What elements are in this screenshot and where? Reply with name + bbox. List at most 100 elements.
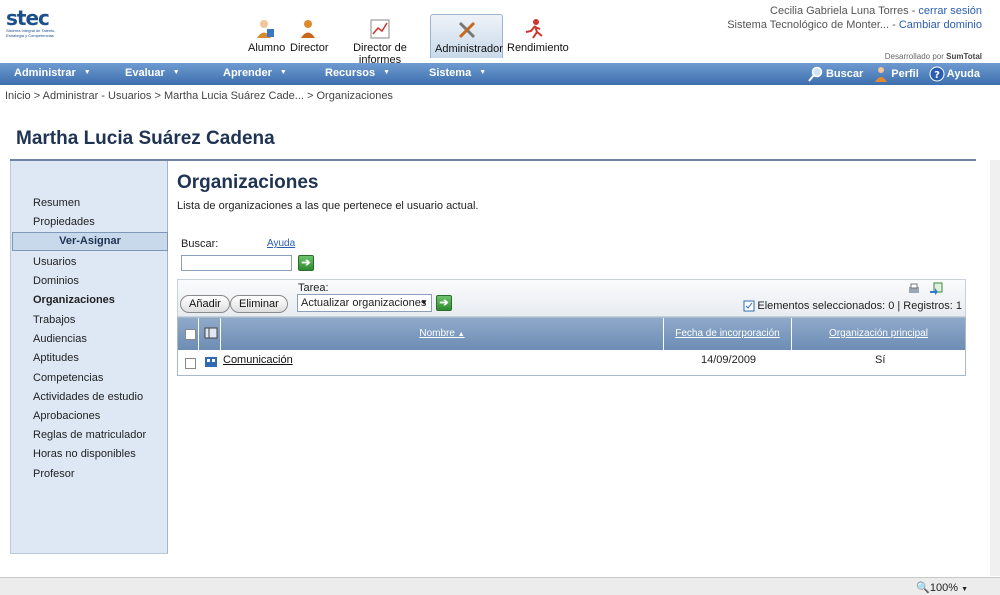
nav-profile-label: Perfil: [891, 68, 919, 80]
sidebar-item-trabajos[interactable]: Trabajos: [33, 314, 75, 326]
sidebar-item-horas-no-disponibles[interactable]: Horas no disponibles: [33, 448, 136, 460]
selection-info: Elementos seleccionados: 0 | Registros: …: [743, 300, 962, 312]
search-input[interactable]: [181, 255, 292, 271]
arrow-right-icon: ➔: [439, 297, 449, 309]
role-rendimiento[interactable]: Rendimiento: [503, 14, 569, 58]
role-director-informes[interactable]: Director de informes: [330, 14, 430, 66]
column-header-nombre[interactable]: Nombre ▲: [221, 318, 663, 350]
column-header-fecha[interactable]: Fecha de incorporación: [664, 318, 791, 350]
role-label: Rendimiento: [507, 42, 569, 54]
sidebar-item-reglas-matriculador[interactable]: Reglas de matriculador: [33, 429, 146, 441]
runner-icon: [525, 19, 543, 39]
role-label: Alumno: [248, 42, 286, 54]
section-title: Organizaciones: [177, 172, 319, 193]
vendor-name: SumTotal: [946, 52, 982, 61]
delete-button[interactable]: Eliminar: [230, 295, 288, 313]
table-header: Nombre ▲ Fecha de incorporación Organiza…: [178, 318, 965, 350]
nav-evaluar[interactable]: Evaluar ▼: [125, 67, 180, 79]
help-icon: ?: [929, 66, 945, 82]
nav-help-label: Ayuda: [946, 68, 980, 80]
column-header-organizacion-principal[interactable]: Organización principal: [792, 318, 965, 350]
organizations-table: Nombre ▲ Fecha de incorporación Organiza…: [177, 317, 966, 376]
nav-right-actions: Buscar Perfil ? Ayuda: [808, 66, 980, 82]
change-domain-link[interactable]: Cambiar dominio: [899, 19, 982, 31]
logo-tagline: Sistema Integral de Talento, Estrategia …: [6, 28, 56, 38]
role-label: Administrador: [435, 43, 503, 55]
role-alumno[interactable]: Alumno: [244, 14, 286, 58]
student-icon: [257, 20, 274, 38]
scrollbar[interactable]: [990, 160, 1000, 576]
column-label: Nombre: [419, 328, 455, 339]
org-primary: Sí: [875, 354, 886, 366]
sidebar-item-aptitudes[interactable]: Aptitudes: [33, 352, 79, 364]
print-icon[interactable]: [907, 282, 921, 296]
export-icon[interactable]: [929, 282, 943, 296]
search-help-link[interactable]: Ayuda: [267, 238, 295, 249]
org-name-link[interactable]: Comunicación: [223, 354, 293, 366]
sidebar-item-usuarios[interactable]: Usuarios: [33, 256, 76, 268]
sidebar-item-dominios[interactable]: Dominios: [33, 275, 79, 287]
chevron-down-icon: ▼: [172, 69, 180, 76]
sidebar-item-profesor[interactable]: Profesor: [33, 468, 75, 480]
chevron-down-icon: ▼: [479, 69, 487, 76]
column-separator: [198, 318, 199, 350]
status-bar: 🔍100% ▼: [0, 577, 1000, 595]
nav-profile[interactable]: Perfil: [873, 66, 919, 82]
header: stec Sistema Integral de Talento, Estrat…: [0, 0, 1000, 66]
sidebar-item-actividades-estudio[interactable]: Actividades de estudio: [33, 391, 143, 403]
add-button[interactable]: Añadir: [180, 295, 230, 313]
search-go-button[interactable]: ➔: [298, 255, 314, 271]
chevron-down-icon: ▼: [383, 69, 391, 76]
breadcrumb[interactable]: Inicio > Administrar - Usuarios > Martha…: [5, 90, 393, 102]
nav-recursos[interactable]: Recursos ▼: [325, 67, 390, 79]
search-icon: [808, 66, 823, 82]
section-description: Lista de organizaciones a las que perten…: [177, 200, 479, 212]
task-label: Tarea:: [298, 282, 329, 294]
main-nav: Administrar ▼ Evaluar ▼ Aprender ▼ Recursos…: [0, 63, 1000, 85]
nav-sistema[interactable]: Sistema ▼: [429, 67, 486, 79]
column-chooser-icon[interactable]: [204, 327, 218, 339]
tools-icon: [458, 21, 475, 39]
zoom-control[interactable]: 🔍100% ▼: [916, 581, 968, 594]
user-box: Cecilia Gabriela Luna Torres - cerrar se…: [727, 4, 982, 32]
sidebar-item-resumen[interactable]: Resumen: [33, 197, 80, 209]
separator: -: [908, 5, 919, 17]
role-administrador[interactable]: Administrador: [430, 14, 503, 58]
nav-administrar[interactable]: Administrar ▼: [14, 67, 91, 79]
grid-toolbar: Añadir Eliminar Tarea: Actualizar organi…: [177, 279, 966, 317]
task-selected-value: Actualizar organizaciones: [301, 297, 427, 309]
user-name: Cecilia Gabriela Luna Torres: [770, 5, 909, 17]
nav-search[interactable]: Buscar: [808, 66, 863, 82]
nav-help[interactable]: ? Ayuda: [929, 66, 980, 82]
sidebar-item-competencias[interactable]: Competencias: [33, 372, 103, 384]
sort-ascending-icon: ▲: [457, 331, 465, 338]
task-select[interactable]: Actualizar organizaciones ▼: [297, 294, 432, 312]
role-switcher: Alumno Director Director de informes Adm…: [244, 14, 569, 66]
select-all-checkbox[interactable]: [185, 329, 196, 340]
director-icon: [301, 20, 315, 38]
nav-aprender[interactable]: Aprender ▼: [223, 67, 287, 79]
sidebar-item-audiencias[interactable]: Audiencias: [33, 333, 87, 345]
zoom-level: 100%: [929, 582, 958, 594]
arrow-right-icon: ➔: [301, 257, 311, 269]
nav-search-label: Buscar: [825, 68, 864, 80]
role-director[interactable]: Director: [286, 14, 330, 58]
task-go-button[interactable]: ➔: [436, 295, 452, 311]
row-checkbox[interactable]: [185, 358, 196, 369]
role-label: Director: [290, 42, 329, 54]
nav-label: Recursos: [325, 67, 376, 79]
selection-info-text: Elementos seleccionados: 0 | Registros: …: [757, 300, 962, 312]
separator: -: [889, 19, 899, 31]
stec-logo[interactable]: stec Sistema Integral de Talento, Estrat…: [6, 8, 66, 50]
developed-by: Desarrollado por SumTotal: [885, 52, 982, 61]
svg-text:?: ?: [934, 70, 940, 81]
page-title: Martha Lucia Suárez Cadena: [16, 128, 275, 149]
report-chart-icon: [370, 19, 390, 39]
logo-brand: stec: [6, 6, 50, 30]
logout-link[interactable]: cerrar sesión: [918, 5, 982, 17]
sidebar-item-organizaciones[interactable]: Organizaciones: [33, 294, 115, 306]
search-label: Buscar:: [181, 238, 219, 250]
sidebar-item-aprobaciones[interactable]: Aprobaciones: [33, 410, 100, 422]
sidebar-item-propiedades[interactable]: Propiedades: [33, 216, 95, 228]
nav-label: Aprender: [223, 67, 272, 79]
